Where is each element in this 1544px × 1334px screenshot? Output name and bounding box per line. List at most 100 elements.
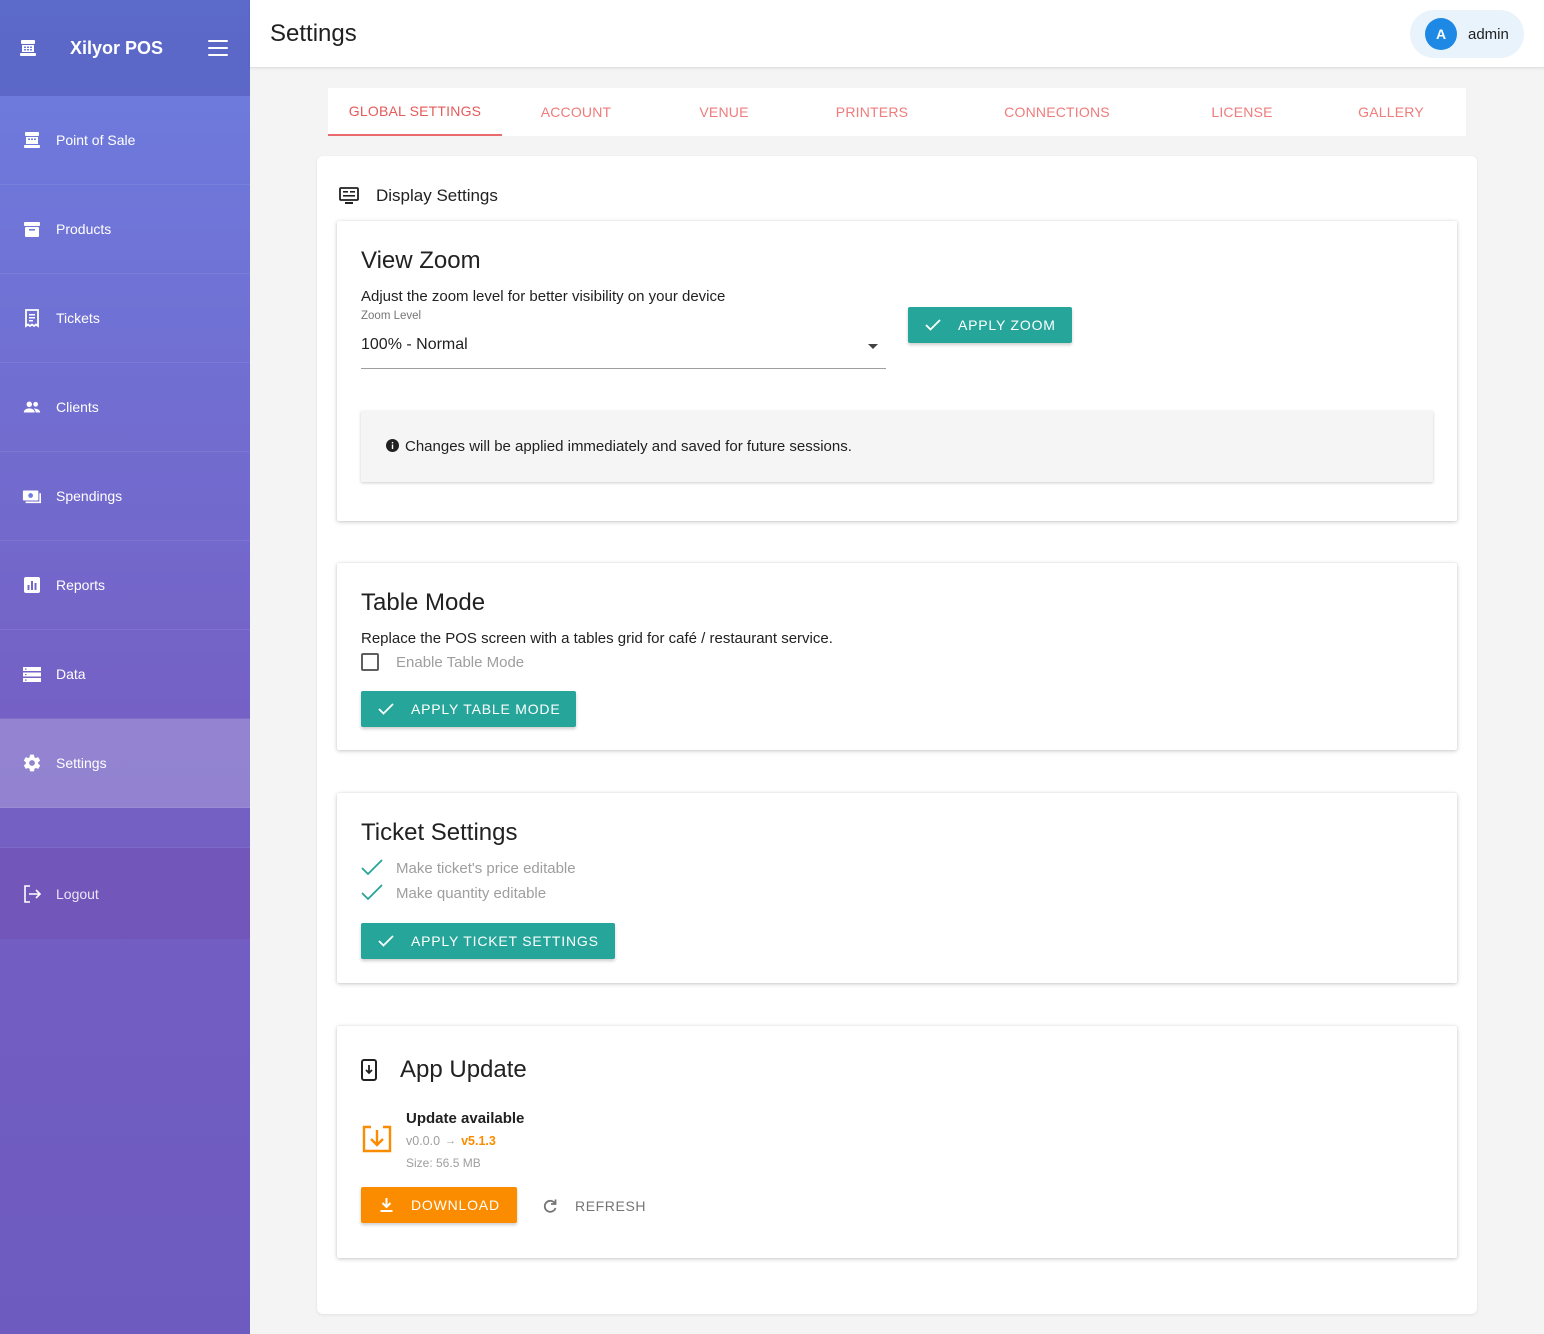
sidebar-item-logout[interactable]: Logout — [0, 848, 250, 939]
view-zoom-description: Adjust the zoom level for better visibil… — [361, 288, 726, 305]
quantity-editable-checkbox[interactable]: Make quantity editable — [361, 884, 546, 902]
sidebar-item-label: Products — [56, 221, 112, 237]
check-icon — [925, 319, 941, 331]
view-zoom-panel: View Zoom Adjust the zoom level for bett… — [337, 221, 1457, 521]
phone-download-icon — [361, 1058, 379, 1082]
sidebar: Xilyor POS Point of Sale Products Ticket… — [0, 0, 250, 1334]
table-mode-panel: Table Mode Replace the POS screen with a… — [337, 563, 1457, 750]
download-icon — [380, 1198, 393, 1212]
bar-chart-icon — [22, 575, 42, 595]
table-mode-description: Replace the POS screen with a tables gri… — [361, 630, 833, 647]
settings-card: Display Settings View Zoom Adjust the zo… — [317, 156, 1477, 1314]
display-settings-heading: Display Settings — [339, 186, 498, 206]
sidebar-item-reports[interactable]: Reports — [0, 541, 250, 630]
logout-label: Logout — [56, 885, 99, 902]
table-mode-title: Table Mode — [361, 589, 486, 616]
brand-name: Xilyor POS — [70, 37, 164, 58]
cash-register-icon — [18, 38, 38, 58]
tab-printers[interactable]: Printers — [798, 88, 946, 136]
people-icon — [22, 397, 42, 417]
apply-table-mode-button[interactable]: APPLY TABLE MODE — [361, 691, 577, 727]
monitor-icon — [339, 186, 359, 206]
download-button[interactable]: DOWNLOAD — [361, 1187, 517, 1223]
checkbox-unchecked-icon — [361, 653, 379, 671]
ticket-price-editable-label: Make ticket's price editable — [396, 859, 576, 877]
refresh-button[interactable]: REFRESH — [542, 1188, 646, 1224]
sidebar-item-label: Data — [56, 666, 86, 682]
apply-table-mode-label: APPLY TABLE MODE — [411, 701, 561, 717]
receipt-icon — [22, 308, 42, 328]
update-size: Size: 56.5 MB — [406, 1156, 481, 1170]
zoom-info-text: Changes will be applied immediately and … — [405, 438, 852, 455]
tab-gallery[interactable]: Gallery — [1316, 88, 1466, 136]
enable-table-mode-label: Enable Table Mode — [396, 653, 525, 671]
sidebar-item-clients[interactable]: Clients — [0, 363, 250, 452]
tab-account[interactable]: Account — [502, 88, 650, 136]
sidebar-header: Xilyor POS — [0, 0, 250, 96]
sidebar-item-point-of-sale[interactable]: Point of Sale — [0, 96, 250, 185]
gear-icon — [22, 753, 42, 773]
sidebar-item-label: Reports — [56, 577, 106, 593]
current-version: v0.0.0 — [406, 1134, 441, 1148]
sidebar-item-label: Tickets — [56, 310, 100, 326]
update-download-icon — [361, 1125, 393, 1153]
update-status: Update available — [406, 1110, 525, 1127]
section-title-text: Display Settings — [376, 186, 498, 205]
sidebar-item-data[interactable]: Data — [0, 630, 250, 719]
tab-venue[interactable]: Venue — [650, 88, 798, 136]
ticket-settings-title: Ticket Settings — [361, 819, 518, 846]
apply-zoom-button[interactable]: APPLY ZOOM — [908, 307, 1072, 343]
checkmark-icon — [361, 884, 383, 902]
settings-tabs: Global Settings Account Venue Printers C… — [328, 88, 1466, 136]
menu-icon[interactable] — [208, 40, 228, 56]
zoom-level-select[interactable]: 100% - Normal — [361, 329, 886, 369]
refresh-icon — [542, 1198, 558, 1214]
sidebar-item-spendings[interactable]: Spendings — [0, 452, 250, 541]
logout-icon — [22, 884, 42, 904]
user-menu[interactable]: A admin — [1410, 10, 1524, 58]
sidebar-item-label: Settings — [56, 755, 107, 771]
download-label: DOWNLOAD — [411, 1197, 500, 1213]
sidebar-item-label: Clients — [56, 399, 99, 415]
tab-global-settings[interactable]: Global Settings — [328, 88, 502, 136]
storage-icon — [22, 664, 42, 684]
sidebar-item-label: Point of Sale — [56, 132, 136, 148]
zoom-level-value: 100% - Normal — [361, 336, 468, 353]
topbar: Settings A admin — [250, 0, 1544, 68]
check-icon — [378, 935, 394, 947]
tab-connections[interactable]: Connections — [946, 88, 1168, 136]
app-update-panel: App Update Update available v0.0.0 → v5.… — [337, 1026, 1457, 1258]
sidebar-item-tickets[interactable]: Tickets — [0, 274, 250, 363]
tab-license[interactable]: License — [1168, 88, 1316, 136]
info-icon — [386, 438, 399, 452]
apply-zoom-label: APPLY ZOOM — [958, 317, 1056, 333]
sidebar-item-settings[interactable]: Settings — [0, 719, 250, 808]
app-update-heading: App Update — [361, 1056, 527, 1084]
money-icon — [22, 486, 42, 506]
refresh-label: REFRESH — [575, 1198, 647, 1214]
page-title: Settings — [270, 20, 357, 47]
checkmark-icon — [361, 859, 383, 877]
apply-ticket-settings-button[interactable]: APPLY TICKET SETTINGS — [361, 923, 615, 959]
ticket-settings-panel: Ticket Settings Make ticket's price edit… — [337, 793, 1457, 983]
avatar: A — [1425, 18, 1457, 50]
caret-down-icon — [868, 344, 878, 349]
update-version: v0.0.0 → v5.1.3 — [406, 1134, 496, 1148]
check-icon — [378, 703, 394, 715]
user-name: admin — [1468, 25, 1509, 43]
archive-box-icon — [22, 219, 42, 239]
arrow-right-icon: → — [445, 1135, 457, 1147]
ticket-price-editable-checkbox[interactable]: Make ticket's price editable — [361, 859, 576, 877]
enable-table-mode-checkbox[interactable]: Enable Table Mode — [361, 653, 524, 671]
view-zoom-title: View Zoom — [361, 247, 481, 274]
sidebar-item-products[interactable]: Products — [0, 185, 250, 274]
sidebar-item-label: Spendings — [56, 488, 123, 504]
cash-register-icon — [22, 130, 42, 150]
apply-ticket-settings-label: APPLY TICKET SETTINGS — [411, 933, 599, 949]
new-version: v5.1.3 — [461, 1134, 496, 1148]
app-update-title: App Update — [400, 1056, 527, 1083]
sidebar-divider — [0, 808, 250, 848]
zoom-level-label: Zoom Level — [361, 310, 422, 322]
zoom-info-box: Changes will be applied immediately and … — [361, 411, 1433, 482]
quantity-editable-label: Make quantity editable — [396, 884, 547, 902]
